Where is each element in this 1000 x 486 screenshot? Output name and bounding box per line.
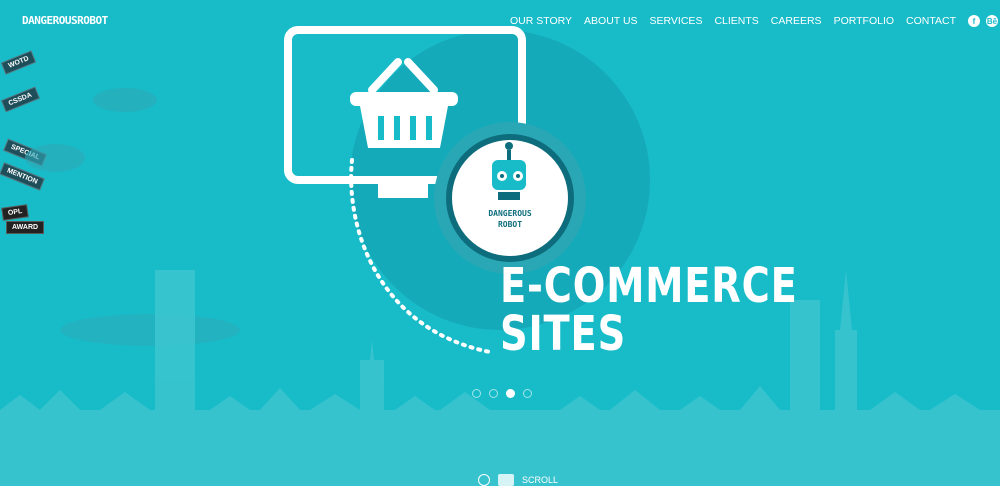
cloud-shape: [93, 88, 157, 112]
cloud-shape: [60, 314, 240, 346]
slider-dot[interactable]: [489, 389, 498, 398]
hero-headline: E-COMMERCE SITES: [500, 262, 798, 358]
robot-label-line2: ROBOT: [498, 220, 522, 229]
monitor-stand-icon: [378, 178, 428, 198]
scroll-label: SCROLL: [522, 475, 559, 485]
hero-illustration: DANGEROUS ROBOT: [0, 26, 1000, 486]
cloud-shape: [25, 144, 85, 172]
headline-line1: E-COMMERCE: [500, 258, 798, 314]
headline-line2: SITES: [500, 306, 627, 362]
clock-icon: [478, 474, 490, 486]
scroll-indicator[interactable]: SCROLL: [478, 474, 558, 486]
scroll-icon: [498, 474, 514, 486]
robot-label-line1: DANGEROUS: [488, 209, 532, 218]
slider-dots: [472, 389, 540, 398]
slider-dot[interactable]: [523, 389, 532, 398]
slider-dot[interactable]: [472, 389, 481, 398]
slider-dot-active[interactable]: [506, 389, 515, 398]
